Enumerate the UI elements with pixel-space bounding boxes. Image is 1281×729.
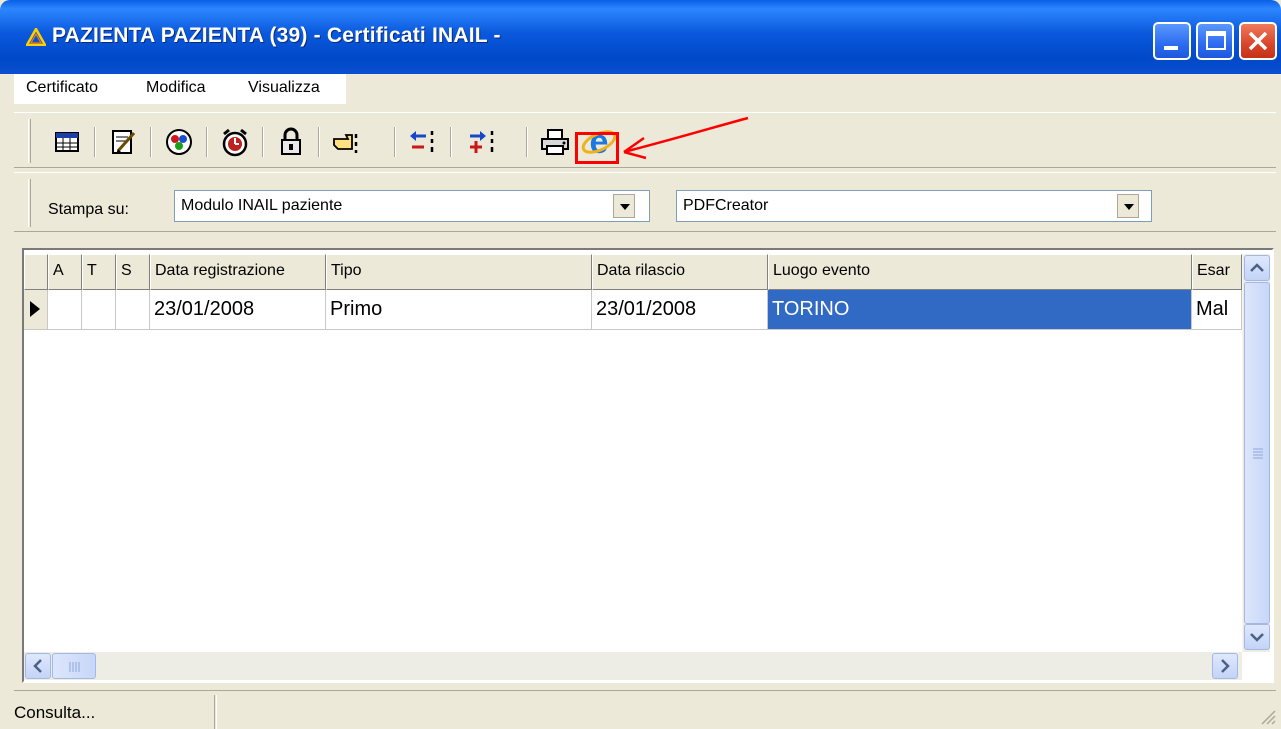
table-cell-tipo[interactable]: Primo <box>326 290 592 330</box>
minimize-button[interactable] <box>1153 22 1191 60</box>
menu-visualizza[interactable]: Visualizza <box>248 79 320 97</box>
printer-icon[interactable] <box>538 125 572 159</box>
toolbar-separator <box>206 127 208 157</box>
vertical-scroll-thumb[interactable] <box>1244 282 1270 624</box>
row-indicator-header <box>24 254 48 290</box>
print-to-label: Stampa su: <box>48 201 129 218</box>
resize-grip-icon[interactable] <box>1256 705 1276 725</box>
column-header-data-rilascio[interactable]: Data rilascio <box>592 254 768 290</box>
print-module-value: Modulo INAIL paziente <box>181 197 343 214</box>
highlight-box <box>575 132 619 164</box>
menu-bar: Certificato Modifica Visualizza <box>14 74 346 104</box>
column-header-a[interactable]: A <box>48 254 82 290</box>
toolbar-separator <box>150 127 152 157</box>
vertical-scrollbar[interactable] <box>1242 254 1270 652</box>
toolbar-separator <box>318 127 320 157</box>
chevron-down-icon <box>1250 633 1264 642</box>
chevron-left-icon <box>33 659 42 673</box>
menu-modifica[interactable]: Modifica <box>146 79 206 97</box>
dropdown-arrow-icon[interactable] <box>613 194 635 218</box>
column-header-esar[interactable]: Esar <box>1192 254 1242 290</box>
dropdown-arrow-icon[interactable] <box>1117 194 1139 218</box>
horizontal-scroll-thumb[interactable] <box>52 653 96 679</box>
status-text: Consulta... <box>14 703 96 722</box>
row-indicator[interactable] <box>24 290 48 330</box>
minimize-icon <box>1164 46 1178 50</box>
edit-document-icon[interactable] <box>106 125 140 159</box>
table-cell-data-registrazione[interactable]: 23/01/2008 <box>150 290 326 330</box>
column-header-data-registrazione[interactable]: Data registrazione <box>150 254 326 290</box>
table-cell-s[interactable] <box>116 290 150 330</box>
app-logo-icon <box>26 28 46 46</box>
print-module-select[interactable]: Modulo INAIL paziente <box>174 190 650 222</box>
printer-select[interactable]: PDFCreator <box>676 190 1152 222</box>
title-bar[interactable]: PAZIENTA PAZIENTA (39) - Certificati INA… <box>0 0 1281 74</box>
column-header-luogo-evento[interactable]: Luogo evento <box>768 254 1192 290</box>
scroll-up-button[interactable] <box>1244 255 1270 281</box>
toolbar-separator <box>450 127 452 157</box>
red-arrow-annotation <box>623 116 749 160</box>
calendar-grid-icon[interactable] <box>50 125 84 159</box>
current-row-arrow-icon <box>30 301 40 317</box>
scroll-left-button[interactable] <box>25 653 51 679</box>
menu-certificato[interactable]: Certificato <box>26 79 98 97</box>
toolbar-separator <box>526 127 528 157</box>
table-cell-data-rilascio[interactable]: 23/01/2008 <box>592 290 768 330</box>
table-cell-a[interactable] <box>48 290 82 330</box>
column-header-s[interactable]: S <box>116 254 150 290</box>
horizontal-scrollbar[interactable] <box>24 652 1242 680</box>
grip-lines-icon <box>69 662 80 672</box>
table-cell-esar[interactable]: Mal <box>1192 290 1242 330</box>
toolbar-grip[interactable] <box>28 119 31 163</box>
column-header-t[interactable]: T <box>82 254 116 290</box>
printer-value: PDFCreator <box>683 197 769 214</box>
chevron-right-icon <box>1221 659 1230 673</box>
padlock-icon[interactable] <box>274 125 308 159</box>
toolbar-grip[interactable] <box>28 179 31 227</box>
chevron-up-icon <box>1250 263 1264 272</box>
column-header-tipo[interactable]: Tipo <box>326 254 592 290</box>
scroll-right-button[interactable] <box>1212 653 1238 679</box>
table-cell-luogo-evento[interactable]: TORINO <box>768 290 1192 330</box>
close-button[interactable] <box>1239 22 1277 60</box>
move-left-icon[interactable] <box>406 125 440 159</box>
maximize-icon <box>1206 31 1226 50</box>
window-title: PAZIENTA PAZIENTA (39) - Certificati INA… <box>52 24 501 47</box>
pointing-hand-icon[interactable] <box>330 125 364 159</box>
maximize-button[interactable] <box>1196 22 1234 60</box>
table-cell-t[interactable] <box>82 290 116 330</box>
toolbar-separator <box>94 127 96 157</box>
alarm-clock-icon[interactable] <box>218 125 252 159</box>
toolbar-separator <box>262 127 264 157</box>
app-window: PAZIENTA PAZIENTA (39) - Certificati INA… <box>0 0 1281 729</box>
grip-lines-icon <box>1253 448 1263 459</box>
move-right-icon[interactable] <box>466 125 500 159</box>
close-icon <box>1248 31 1268 51</box>
status-separator <box>214 695 217 729</box>
scroll-down-button[interactable] <box>1244 624 1270 650</box>
status-bar: Consulta... <box>14 690 1276 729</box>
chart-icon[interactable] <box>162 125 196 159</box>
toolbar-separator <box>394 127 396 157</box>
